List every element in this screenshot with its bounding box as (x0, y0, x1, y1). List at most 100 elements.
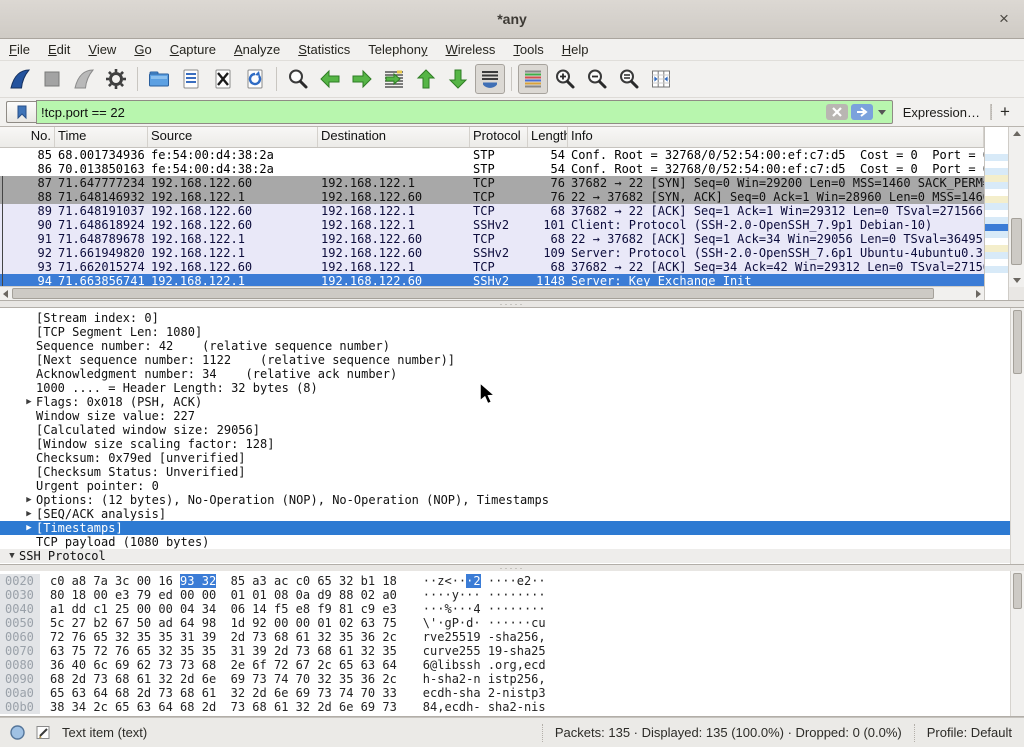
menu-item-analyze[interactable]: Analyze (225, 41, 289, 58)
column-header-length[interactable]: Length (528, 127, 568, 147)
detail-line[interactable]: Window size value: 227 (0, 409, 1024, 423)
zoom-100-button[interactable] (614, 64, 644, 94)
packet-row[interactable]: 9371.662015274192.168.122.60192.168.122.… (0, 260, 984, 274)
detail-line[interactable]: [Stream index: 0] (0, 311, 1024, 325)
packet-row[interactable]: 8871.648146932192.168.122.1192.168.122.6… (0, 190, 984, 204)
details-scrollbar[interactable] (1010, 308, 1024, 564)
hex-byte[interactable]: c0 a8 7a 3c 00 16 (50, 574, 180, 588)
hex-row[interactable]: 0020c0 a8 7a 3c 00 16 93 32 85 a3 ac c0 … (0, 574, 1024, 588)
hex-byte[interactable]: a1 dd c1 25 00 00 04 34 (50, 602, 216, 616)
hex-row[interactable]: 00a065 63 64 68 2d 73 68 61 32 2d 6e 69 … (0, 686, 1024, 700)
add-filter-button[interactable]: + (992, 101, 1018, 123)
detail-line[interactable]: ▶Options: (12 bytes), No-Operation (NOP)… (0, 493, 1024, 507)
detail-line[interactable]: ▶[Timestamps] (0, 521, 1024, 535)
hex-byte[interactable]: 73 68 61 32 2d 6e 69 73 (231, 700, 397, 714)
detail-line[interactable]: ▶Flags: 0x018 (PSH, ACK) (0, 395, 1024, 409)
ascii-char[interactable]: ecdh-sha (423, 686, 481, 700)
column-header-protocol[interactable]: Protocol (470, 127, 528, 147)
hex-byte[interactable]: 38 34 2c 65 63 64 68 2d (50, 700, 216, 714)
expand-icon[interactable]: ▶ (22, 493, 36, 507)
ascii-char[interactable]: h-sha2-n (423, 672, 481, 686)
ascii-char[interactable]: 2-nistp3 (488, 686, 546, 700)
menu-item-tools[interactable]: Tools (504, 41, 552, 58)
ascii-char[interactable]: ···%···4 (423, 602, 481, 616)
reload-file-button[interactable] (240, 64, 270, 94)
hex-byte[interactable]: 2d 73 68 61 32 35 36 2c (231, 630, 397, 644)
detail-line[interactable]: [Checksum Status: Unverified] (0, 465, 1024, 479)
detail-line[interactable]: Urgent pointer: 0 (0, 479, 1024, 493)
hex-byte[interactable]: 01 01 08 0a d9 88 02 a0 (231, 588, 397, 602)
hex-row[interactable]: 006072 76 65 32 35 35 31 39 2d 73 68 61 … (0, 630, 1024, 644)
column-header-source[interactable]: Source (148, 127, 318, 147)
hex-row[interactable]: 0040a1 dd c1 25 00 00 04 34 06 14 f5 e8 … (0, 602, 1024, 616)
ascii-char[interactable]: ··z<·· (423, 574, 466, 588)
menu-item-statistics[interactable]: Statistics (289, 41, 359, 58)
hex-byte[interactable]: 06 14 f5 e8 f9 81 c9 e3 (231, 602, 397, 616)
menu-item-help[interactable]: Help (553, 41, 598, 58)
hex-row[interactable]: 003080 18 00 e3 79 ed 00 00 01 01 08 0a … (0, 588, 1024, 602)
menu-item-file[interactable]: File (0, 41, 39, 58)
menu-item-telephony[interactable]: Telephony (359, 41, 436, 58)
packet-row[interactable]: 9271.661949820192.168.122.1192.168.122.6… (0, 246, 984, 260)
hex-row[interactable]: 007063 75 72 76 65 32 35 35 31 39 2d 73 … (0, 644, 1024, 658)
hex-byte[interactable]: 32 2d 6e 69 73 74 70 33 (231, 686, 397, 700)
expand-icon[interactable]: ▶ (22, 507, 36, 521)
ascii-char[interactable]: \'·gP·d· (423, 616, 481, 630)
ascii-char[interactable]: sha2-nis (488, 700, 546, 714)
menu-item-capture[interactable]: Capture (161, 41, 225, 58)
menu-item-view[interactable]: View (79, 41, 125, 58)
scroll-up-arrow[interactable] (1009, 127, 1024, 140)
save-file-button[interactable] (176, 64, 206, 94)
packet-list-minimap[interactable] (984, 127, 1008, 300)
hex-row[interactable]: 009068 2d 73 68 61 32 2d 6e 69 73 74 70 … (0, 672, 1024, 686)
wireshark-fin-start-button[interactable] (5, 64, 35, 94)
hex-byte[interactable]: 36 40 6c 69 62 73 73 68 (50, 658, 216, 672)
bytes-scrollbar[interactable] (1010, 571, 1024, 716)
hex-byte[interactable]: 85 a3 ac c0 65 32 b1 18 (231, 574, 397, 588)
hscroll-thumb[interactable] (12, 288, 934, 299)
packet-row[interactable]: 8568.001734936fe:54:00:d4:38:2aSTP54Conf… (0, 148, 984, 162)
ascii-char[interactable]: ····e2·· (488, 574, 546, 588)
ascii-char[interactable]: ·2 (466, 574, 480, 588)
hex-row[interactable]: 00b038 34 2c 65 63 64 68 2d 73 68 61 32 … (0, 700, 1024, 714)
resize-columns-button[interactable] (646, 64, 676, 94)
bytes-scroll-thumb[interactable] (1013, 573, 1022, 609)
ascii-char[interactable]: 6@libssh (423, 658, 481, 672)
display-filter-input[interactable] (37, 103, 826, 121)
find-packet-button[interactable] (283, 64, 313, 94)
detail-line[interactable]: ▶[SEQ/ACK analysis] (0, 507, 1024, 521)
vertical-scrollbar[interactable] (1008, 127, 1024, 300)
expand-icon[interactable]: ▶ (22, 563, 36, 565)
packet-row[interactable]: 9071.648618924192.168.122.60192.168.122.… (0, 218, 984, 232)
auto-scroll-button[interactable] (475, 64, 505, 94)
scroll-left-arrow[interactable] (0, 288, 11, 299)
detail-line[interactable]: Sequence number: 42 (relative sequence n… (0, 339, 1024, 353)
column-header-time[interactable]: Time (55, 127, 148, 147)
expand-icon[interactable]: ▶ (22, 395, 36, 409)
hex-byte[interactable]: 93 32 (180, 574, 216, 588)
expert-info-icon[interactable] (9, 724, 26, 741)
capture-comment-icon[interactable] (35, 724, 52, 741)
column-header-destination[interactable]: Destination (318, 127, 470, 147)
filter-history-dropdown[interactable] (878, 110, 886, 115)
column-header-no[interactable]: No. (0, 127, 55, 147)
packet-row[interactable]: 9171.648789678192.168.122.1192.168.122.6… (0, 232, 984, 246)
menu-item-go[interactable]: Go (125, 41, 160, 58)
hex-byte[interactable]: 31 39 2d 73 68 61 32 35 (231, 644, 397, 658)
ascii-char[interactable]: -sha256, (488, 630, 546, 644)
hex-row[interactable]: 00505c 27 b2 67 50 ad 64 98 1d 92 00 00 … (0, 616, 1024, 630)
go-forward-button[interactable] (347, 64, 377, 94)
ascii-char[interactable]: .org,ecd (488, 658, 546, 672)
ascii-char[interactable]: ····y··· (423, 588, 481, 602)
hex-byte[interactable]: 63 75 72 76 65 32 35 35 (50, 644, 216, 658)
ascii-char[interactable]: rve25519 (423, 630, 481, 644)
open-file-button[interactable] (144, 64, 174, 94)
profile-status[interactable]: Profile: Default (914, 724, 1024, 742)
ascii-char[interactable]: ········ (488, 588, 546, 602)
collapse-icon[interactable]: ▼ (5, 549, 19, 563)
hex-byte[interactable]: 72 76 65 32 35 35 31 39 (50, 630, 216, 644)
scroll-down-arrow[interactable] (1009, 274, 1024, 287)
scroll-right-arrow[interactable] (973, 288, 984, 299)
filter-bookmark-button[interactable] (6, 101, 36, 123)
menu-item-edit[interactable]: Edit (39, 41, 79, 58)
